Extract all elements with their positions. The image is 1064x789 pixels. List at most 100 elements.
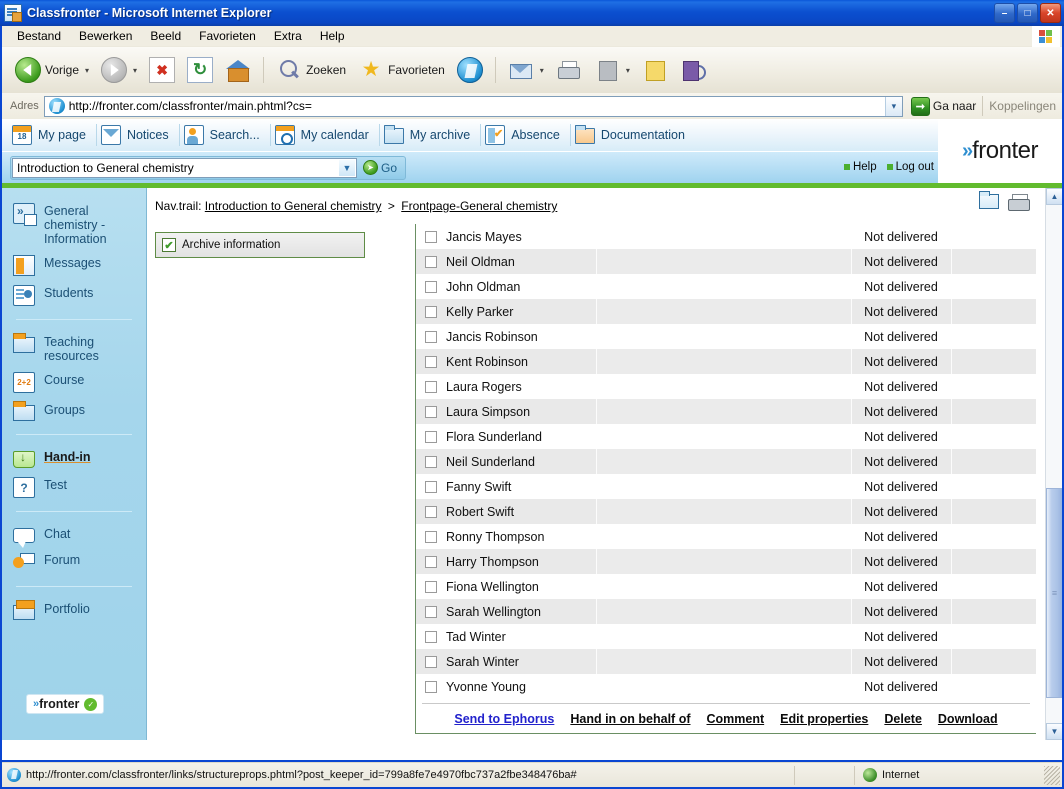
archive-information-button[interactable]: ✔ Archive information xyxy=(155,232,365,258)
back-button[interactable]: Vorige ▾ xyxy=(10,53,94,87)
table-row[interactable]: Kent Robinson Not delivered xyxy=(416,349,1036,374)
row-checkbox[interactable] xyxy=(425,506,437,519)
row-checkbox[interactable] xyxy=(425,281,437,294)
mail-button[interactable]: ▾ xyxy=(503,53,549,87)
close-button[interactable]: ✕ xyxy=(1040,3,1061,23)
row-checkbox[interactable] xyxy=(425,606,437,619)
row-checkbox[interactable] xyxy=(425,531,437,544)
row-checkbox[interactable] xyxy=(425,581,437,594)
menu-item-beeld[interactable]: Beeld xyxy=(141,27,190,45)
table-row[interactable]: Fanny Swift Not delivered xyxy=(416,474,1036,499)
row-checkbox-cell[interactable] xyxy=(416,599,446,624)
folder-icon[interactable] xyxy=(979,191,999,209)
chevron-down-icon[interactable]: ▾ xyxy=(540,66,544,75)
content-scrollbar[interactable]: ▲ ▼ xyxy=(1045,188,1062,740)
sidebar-item-teaching-resources[interactable]: Teaching resources xyxy=(2,329,146,367)
row-checkbox-cell[interactable] xyxy=(416,224,446,249)
table-row[interactable]: Jancis Mayes Not delivered xyxy=(416,224,1036,249)
sidebar-item-chat[interactable]: Chat xyxy=(2,521,146,548)
chevron-down-icon[interactable]: ▾ xyxy=(85,66,89,75)
chevron-down-icon[interactable]: ▾ xyxy=(133,66,137,75)
row-checkbox[interactable] xyxy=(425,681,437,694)
address-dropdown-icon[interactable]: ▾ xyxy=(884,96,902,116)
breadcrumb-link-course[interactable]: Introduction to General chemistry xyxy=(205,199,382,213)
nav-item-my-archive[interactable]: My archive xyxy=(380,121,480,150)
row-checkbox-cell[interactable] xyxy=(416,624,446,649)
row-checkbox[interactable] xyxy=(425,656,437,669)
sidebar-item-course[interactable]: Course xyxy=(2,367,146,397)
menu-item-bewerken[interactable]: Bewerken xyxy=(70,27,141,45)
sidebar-item-students[interactable]: Students xyxy=(2,280,146,310)
table-row[interactable]: Jancis Robinson Not delivered xyxy=(416,324,1036,349)
row-checkbox-cell[interactable] xyxy=(416,249,446,274)
row-checkbox[interactable] xyxy=(425,406,437,419)
course-go-button[interactable]: ➤ Go xyxy=(357,160,402,175)
sidebar-item-groups[interactable]: Groups xyxy=(2,397,146,425)
maximize-button[interactable]: □ xyxy=(1017,3,1038,23)
scroll-up-button[interactable]: ▲ xyxy=(1046,188,1062,205)
action-link-comment[interactable]: Comment xyxy=(707,712,765,726)
chevron-down-icon[interactable]: ▼ xyxy=(339,159,355,176)
logout-link[interactable]: Log out xyxy=(886,161,934,173)
row-checkbox-cell[interactable] xyxy=(416,449,446,474)
minimize-button[interactable]: – xyxy=(994,3,1015,23)
table-row[interactable]: Neil Oldman Not delivered xyxy=(416,249,1036,274)
row-checkbox-cell[interactable] xyxy=(416,474,446,499)
table-row[interactable]: Ronny Thompson Not delivered xyxy=(416,524,1036,549)
row-checkbox[interactable] xyxy=(425,256,437,269)
discuss-button[interactable] xyxy=(675,53,711,87)
favorites-button[interactable]: ★ Favorieten xyxy=(353,53,450,87)
chevron-down-icon[interactable]: ▾ xyxy=(626,66,630,75)
row-checkbox-cell[interactable] xyxy=(416,574,446,599)
row-checkbox-cell[interactable] xyxy=(416,374,446,399)
forward-button[interactable]: ▾ xyxy=(96,53,142,87)
sidebar-item-forum[interactable]: Forum xyxy=(2,547,146,577)
row-checkbox[interactable] xyxy=(425,331,437,344)
row-checkbox[interactable] xyxy=(425,481,437,494)
row-checkbox-cell[interactable] xyxy=(416,674,446,699)
row-checkbox[interactable] xyxy=(425,356,437,369)
action-link-send-to-ephorus[interactable]: Send to Ephorus xyxy=(454,712,554,726)
table-row[interactable]: Fiona Wellington Not delivered xyxy=(416,574,1036,599)
action-link-download[interactable]: Download xyxy=(938,712,998,726)
nav-item-my-page[interactable]: My page xyxy=(8,121,96,150)
table-row[interactable]: Flora Sunderland Not delivered xyxy=(416,424,1036,449)
table-row[interactable]: Laura Rogers Not delivered xyxy=(416,374,1036,399)
sidebar-item-information[interactable]: General chemistry - Information xyxy=(2,198,146,250)
row-checkbox[interactable] xyxy=(425,381,437,394)
scroll-down-button[interactable]: ▼ xyxy=(1046,723,1062,740)
nav-item-notices[interactable]: Notices xyxy=(97,121,179,150)
action-link-delete[interactable]: Delete xyxy=(884,712,922,726)
row-checkbox[interactable] xyxy=(425,306,437,319)
menu-item-extra[interactable]: Extra xyxy=(265,27,311,45)
table-row[interactable]: Sarah Winter Not delivered xyxy=(416,649,1036,674)
menu-item-favorieten[interactable]: Favorieten xyxy=(190,27,265,45)
row-checkbox-cell[interactable] xyxy=(416,549,446,574)
edit-button[interactable]: ▾ xyxy=(589,53,635,87)
sidebar-item-portfolio[interactable]: Portfolio xyxy=(2,596,146,624)
row-checkbox[interactable] xyxy=(425,456,437,469)
row-checkbox-cell[interactable] xyxy=(416,424,446,449)
row-checkbox-cell[interactable] xyxy=(416,349,446,374)
table-row[interactable]: Neil Sunderland Not delivered xyxy=(416,449,1036,474)
search-button[interactable]: Zoeken xyxy=(271,53,351,87)
printer-icon[interactable] xyxy=(1008,194,1030,211)
links-bar-label[interactable]: Koppelingen xyxy=(982,96,1062,116)
row-checkbox-cell[interactable] xyxy=(416,399,446,424)
print-button[interactable] xyxy=(551,53,587,87)
table-row[interactable]: Tad Winter Not delivered xyxy=(416,624,1036,649)
table-row[interactable]: Robert Swift Not delivered xyxy=(416,499,1036,524)
row-checkbox-cell[interactable] xyxy=(416,524,446,549)
nav-item-documentation[interactable]: Documentation xyxy=(571,121,695,150)
notes-button[interactable] xyxy=(637,53,673,87)
row-checkbox[interactable] xyxy=(425,556,437,569)
action-link-edit-properties[interactable]: Edit properties xyxy=(780,712,868,726)
scrollbar-thumb[interactable] xyxy=(1046,488,1062,698)
table-row[interactable]: Yvonne Young Not delivered xyxy=(416,674,1036,699)
refresh-button[interactable] xyxy=(182,53,218,87)
menu-item-bestand[interactable]: Bestand xyxy=(8,27,70,45)
row-checkbox-cell[interactable] xyxy=(416,499,446,524)
help-link[interactable]: Help xyxy=(843,161,877,173)
breadcrumb-link-frontpage[interactable]: Frontpage-General chemistry xyxy=(401,199,557,213)
resize-grip[interactable] xyxy=(1044,765,1060,785)
